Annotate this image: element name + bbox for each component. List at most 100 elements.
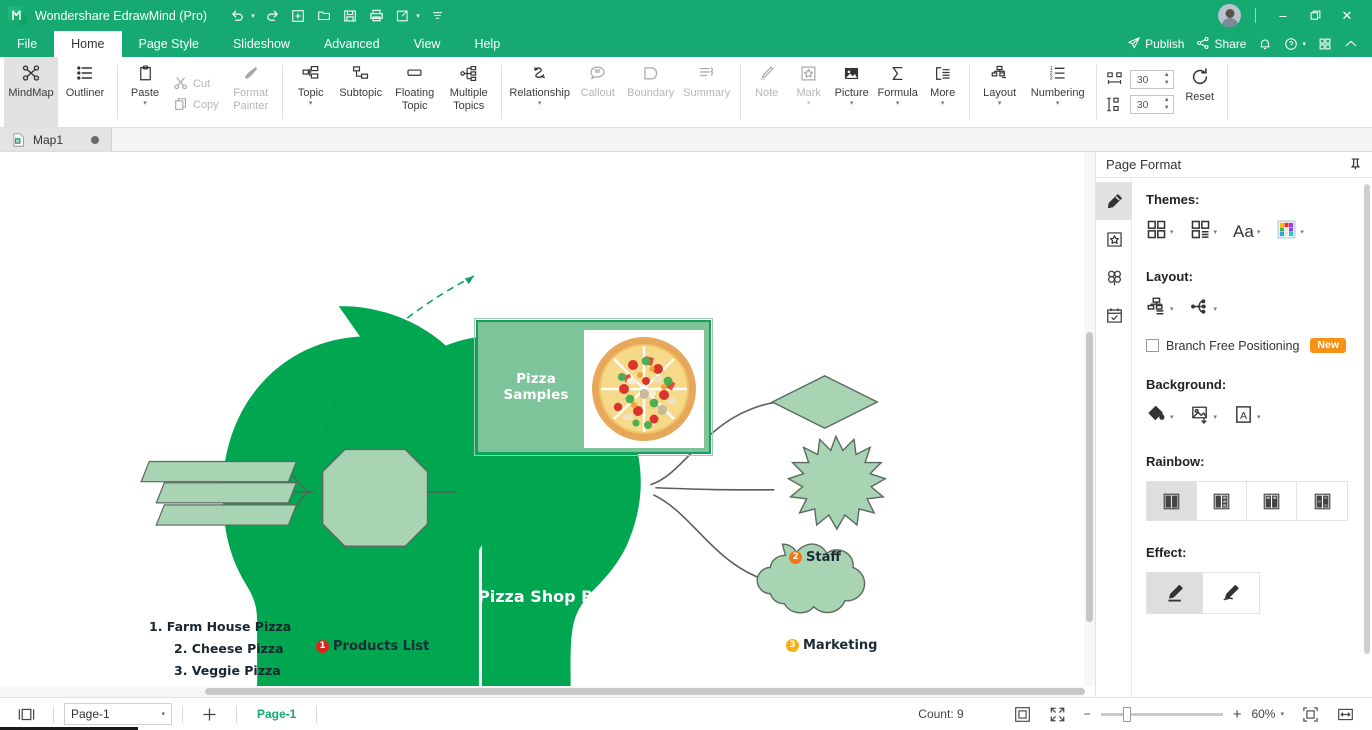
canvas-horizontal-scrollbar[interactable] — [0, 686, 1085, 697]
rainbow-option-3[interactable] — [1247, 482, 1297, 520]
zoom-dropdown-icon[interactable]: ▾ — [1280, 710, 1284, 718]
summary-button[interactable]: Summary — [679, 57, 735, 127]
branch-free-positioning-checkbox[interactable] — [1146, 339, 1159, 352]
panel-scrollbar[interactable] — [1364, 184, 1370, 654]
branch-free-positioning-row[interactable]: Branch Free Positioning New — [1146, 338, 1356, 353]
callout-button[interactable]: Callout — [573, 57, 623, 127]
paste-dropdown-icon[interactable]: ▾ — [143, 100, 147, 107]
chevron-down-icon[interactable]: ▾ — [1214, 413, 1218, 421]
picture-dropdown-icon[interactable]: ▾ — [850, 100, 854, 107]
numbering-button[interactable]: 123 Numbering ▾ — [1025, 57, 1091, 127]
formula-dropdown-icon[interactable]: ▾ — [896, 100, 900, 107]
rail-shape-style-icon[interactable] — [1096, 220, 1132, 258]
save-icon[interactable] — [338, 5, 362, 27]
chevron-down-icon[interactable]: ▾ — [1170, 305, 1174, 313]
export-dropdown-icon[interactable]: ▾ — [413, 5, 423, 27]
theme-list-button[interactable]: ▾ — [1190, 219, 1217, 245]
fit-selection-icon[interactable] — [1294, 706, 1327, 723]
more-button[interactable]: More ▾ — [922, 57, 964, 127]
zoom-in-button[interactable]: + — [1231, 706, 1244, 723]
theme-gallery-button[interactable]: ▾ — [1146, 219, 1174, 245]
subtopic-label-2[interactable]: 2. Cheese Pizza — [174, 641, 284, 656]
help-circle-icon[interactable]: ▾ — [1280, 37, 1310, 51]
pin-icon[interactable] — [1349, 157, 1362, 173]
numbering-dropdown-icon[interactable]: ▾ — [1056, 100, 1060, 107]
layout-button[interactable]: Layout ▾ — [975, 57, 1025, 127]
vertical-spacing-stepper[interactable]: ▲ ▼ — [1164, 96, 1170, 113]
layout-branch-button[interactable]: ▾ — [1190, 296, 1217, 322]
reset-button[interactable]: Reset — [1178, 57, 1222, 127]
picture-button[interactable]: Picture ▾ — [830, 57, 874, 127]
chevron-down-icon[interactable]: ▾ — [1257, 413, 1261, 421]
mark-dropdown-icon[interactable]: ▾ — [807, 100, 811, 107]
theme-font-button[interactable]: Aa ▾ — [1233, 222, 1260, 242]
document-tab-map1[interactable]: Map1 — [0, 128, 112, 151]
add-page-button[interactable] — [193, 706, 226, 723]
scrollbar-thumb[interactable] — [1086, 332, 1093, 622]
rail-clover-icon[interactable] — [1096, 258, 1132, 296]
chevron-down-icon[interactable]: ▾ — [1170, 413, 1174, 421]
zoom-thumb[interactable] — [1122, 706, 1131, 722]
rainbow-option-4[interactable] — [1297, 482, 1347, 520]
page-tab-page-1[interactable]: Page-1 — [247, 707, 306, 721]
menu-item-help[interactable]: Help — [457, 31, 517, 57]
multiple-topics-button[interactable]: Multiple Topics — [442, 57, 496, 127]
open-icon[interactable] — [312, 5, 336, 27]
topic-dropdown-icon[interactable]: ▾ — [309, 100, 313, 107]
boundary-button[interactable]: Boundary — [623, 57, 679, 127]
close-button[interactable]: ✕ — [1332, 1, 1362, 31]
fit-width-icon[interactable] — [1329, 706, 1362, 723]
theme-color-button[interactable]: ▾ — [1276, 219, 1304, 245]
paste-button[interactable]: Paste ▾ — [123, 57, 167, 127]
floating-topic-button[interactable]: Floating Topic — [388, 57, 442, 127]
format-painter-button[interactable]: Format Painter — [225, 57, 277, 127]
subtopic-shape-2[interactable] — [155, 482, 298, 504]
copy-button[interactable]: Copy — [167, 95, 225, 116]
undo-dropdown-icon[interactable]: ▾ — [248, 5, 258, 27]
collapse-ribbon-icon[interactable] — [1340, 37, 1362, 51]
branch-shape-products-list[interactable] — [321, 448, 429, 547]
publish-button[interactable]: Publish — [1123, 36, 1188, 53]
mark-button[interactable]: Mark ▾ — [788, 57, 830, 127]
vertical-spacing-input[interactable]: 30 ▲ ▼ — [1129, 95, 1174, 114]
panel-toggle-icon[interactable] — [10, 707, 43, 722]
more-dropdown-icon[interactable]: ▾ — [941, 100, 945, 107]
menu-item-view[interactable]: View — [397, 31, 458, 57]
new-icon[interactable] — [286, 5, 310, 27]
rail-task-icon[interactable] — [1096, 296, 1132, 334]
mindmap-canvas[interactable]: Pizza Samples Pizza Shop Business Plan 1… — [0, 152, 1096, 697]
redo-icon[interactable] — [260, 5, 284, 27]
subtopic-shape-1[interactable] — [140, 460, 298, 483]
rainbow-option-1[interactable] — [1147, 482, 1197, 520]
chevron-down-icon[interactable]: ▾ — [161, 710, 165, 718]
rail-page-format-icon[interactable] — [1096, 182, 1132, 220]
chevron-down-icon[interactable]: ▾ — [1300, 228, 1304, 236]
zoom-track[interactable] — [1100, 706, 1223, 722]
effect-straight-option[interactable] — [1147, 573, 1203, 613]
zoom-slider[interactable]: − + — [1082, 706, 1244, 723]
subtopic-label-1[interactable]: 1. Farm House Pizza — [149, 619, 291, 634]
subtopic-label-3[interactable]: 3. Veggie Pizza — [174, 663, 281, 678]
horizontal-spacing-stepper[interactable]: ▲ ▼ — [1164, 71, 1170, 88]
branch-shape-interior[interactable] — [756, 543, 866, 614]
chevron-down-icon[interactable]: ▾ — [1257, 228, 1261, 236]
export-icon[interactable] — [390, 5, 414, 27]
mindmap-button[interactable]: MindMap — [4, 57, 58, 127]
watermark-button[interactable]: A ▾ — [1233, 404, 1261, 430]
scrollbar-thumb[interactable] — [205, 688, 1085, 695]
fill-color-button[interactable]: ▾ — [1146, 404, 1174, 430]
undo-icon[interactable] — [225, 5, 249, 27]
relationship-button[interactable]: Relationship ▾ — [507, 57, 573, 127]
layout-structure-button[interactable]: ▾ — [1146, 296, 1174, 322]
app-grid-icon[interactable] — [1314, 37, 1336, 51]
relationship-dropdown-icon[interactable]: ▾ — [538, 100, 542, 107]
menu-item-page-style[interactable]: Page Style — [122, 31, 216, 57]
note-button[interactable]: Note — [746, 57, 788, 127]
menu-item-advanced[interactable]: Advanced — [307, 31, 397, 57]
topic-button[interactable]: Topic ▾ — [288, 57, 334, 127]
picture-topic-pizza-samples[interactable]: Pizza Samples — [474, 318, 713, 456]
menu-item-file[interactable]: File — [0, 31, 54, 57]
menu-item-slideshow[interactable]: Slideshow — [216, 31, 307, 57]
menu-item-home[interactable]: Home — [54, 31, 122, 57]
effect-hand-drawn-option[interactable] — [1203, 573, 1259, 613]
